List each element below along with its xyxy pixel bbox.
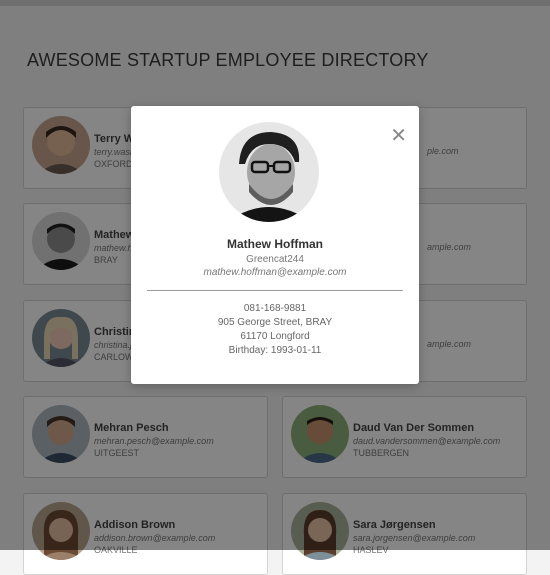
modal-username: Greencat244 xyxy=(246,254,304,265)
modal-postcode-city: 61170 Longford xyxy=(240,331,310,342)
modal-street: 905 George Street, BRAY xyxy=(217,317,333,328)
employee-modal: ✕ Mathew Hoffman Greencat244 mathew.hoff… xyxy=(131,106,419,384)
modal-email: mathew.hoffman@example.com xyxy=(203,267,347,278)
modal-birthday: Birthday: 1993-01-11 xyxy=(228,345,322,356)
modal-name: Mathew Hoffman xyxy=(227,237,323,251)
modal-avatar xyxy=(219,122,319,222)
modal-phone: 081-168-9881 xyxy=(243,303,307,314)
modal-divider xyxy=(147,290,403,291)
close-icon[interactable]: ✕ xyxy=(390,126,407,146)
